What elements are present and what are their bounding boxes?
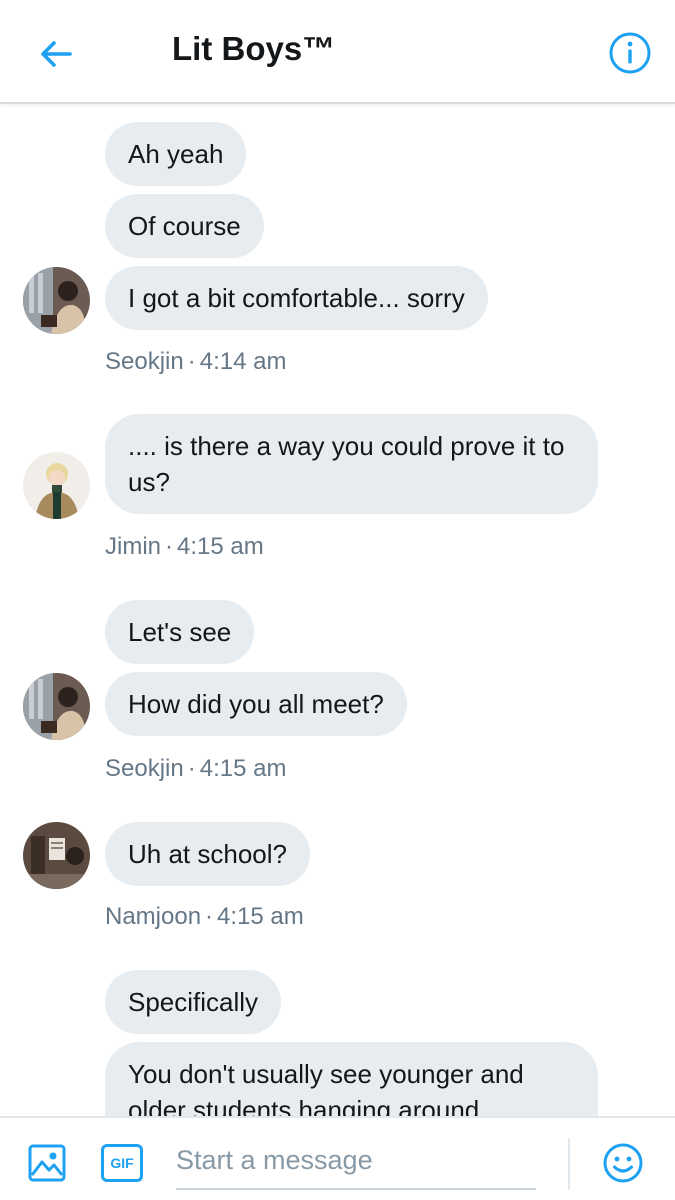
emoji-icon xyxy=(603,1143,643,1183)
info-button[interactable] xyxy=(606,29,654,77)
message-list[interactable]: Ah yeah Of course I got a bit comfortabl… xyxy=(0,106,675,1116)
add-gif-button[interactable]: GIF xyxy=(101,1144,143,1182)
emoji-button[interactable] xyxy=(602,1142,644,1184)
message-bubble[interactable]: Let's see xyxy=(105,600,255,664)
message-input[interactable] xyxy=(176,1132,536,1190)
message-bubble[interactable]: Of course xyxy=(105,194,264,258)
avatar-seokjin[interactable] xyxy=(23,267,90,334)
conversation-header: Lit Boys™ xyxy=(0,0,675,104)
message-bubble[interactable]: You don't usually see younger and older … xyxy=(105,1042,598,1116)
author-name: Jimin xyxy=(105,533,162,560)
timestamp: 4:15 am xyxy=(199,755,287,782)
message-meta: Seokjin · 4:15 am xyxy=(105,755,286,783)
avatar-seokjin[interactable] xyxy=(23,673,90,740)
separator-dot: · xyxy=(205,903,214,930)
avatar-jimin[interactable] xyxy=(23,452,90,519)
message-meta: Jimin · 4:15 am xyxy=(105,533,264,561)
timestamp: 4:15 am xyxy=(177,533,264,560)
message-composer: GIF xyxy=(0,1116,675,1200)
back-button[interactable] xyxy=(30,28,82,80)
message-meta: Seokjin · 4:14 am xyxy=(105,348,286,376)
timestamp: 4:14 am xyxy=(199,348,287,375)
message-bubble[interactable]: I got a bit comfortable... sorry xyxy=(105,266,488,330)
message-bubble[interactable]: .... is there a way you could prove it t… xyxy=(105,414,598,514)
arrow-left-icon xyxy=(41,41,72,67)
author-name: Seokjin xyxy=(105,755,184,782)
separator-dot: · xyxy=(187,348,196,375)
author-name: Seokjin xyxy=(105,348,184,375)
conversation-title: Lit Boys™ xyxy=(172,30,336,67)
composer-divider xyxy=(568,1138,570,1190)
message-bubble[interactable]: Uh at school? xyxy=(105,822,310,886)
message-bubble[interactable]: How did you all meet? xyxy=(105,672,407,736)
message-bubble[interactable]: Specifically xyxy=(105,970,282,1034)
avatar-photo xyxy=(23,452,90,519)
message-meta: Namjoon · 4:15 am xyxy=(105,903,304,931)
separator-dot: · xyxy=(165,533,174,560)
author-name: Namjoon xyxy=(105,903,202,930)
avatar-photo xyxy=(23,822,90,889)
message-bubble[interactable]: Ah yeah xyxy=(105,122,247,186)
info-icon xyxy=(609,32,651,74)
separator-dot: · xyxy=(187,755,196,782)
avatar-namjoon[interactable] xyxy=(23,822,90,889)
timestamp: 4:15 am xyxy=(217,903,304,930)
add-image-button[interactable] xyxy=(27,1143,67,1183)
avatar-photo xyxy=(23,673,90,740)
image-icon xyxy=(28,1144,66,1182)
avatar-photo xyxy=(23,267,90,334)
